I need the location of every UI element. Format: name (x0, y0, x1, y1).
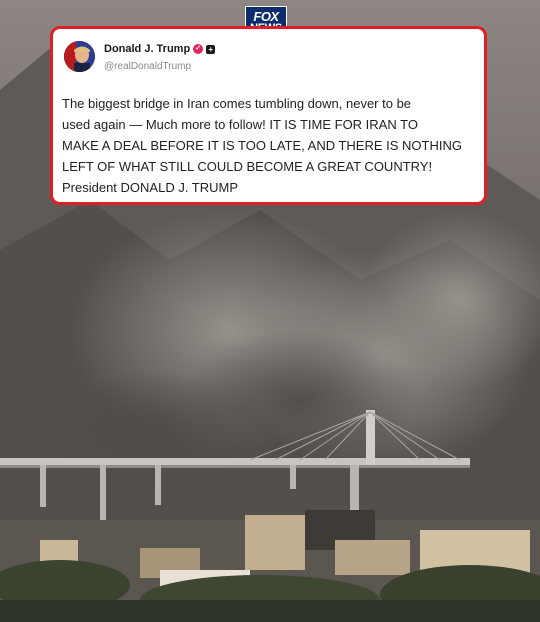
author-handle[interactable]: @realDonaldTrump (104, 61, 191, 72)
platform-badge-icon: + (206, 44, 216, 54)
social-post-card: Donald J. Trump ✓ + @realDonaldTrump The… (50, 26, 487, 205)
logo-text-fox: FOX (253, 8, 279, 24)
avatar[interactable] (64, 41, 95, 72)
author-row: Donald J. Trump ✓ + (104, 43, 216, 55)
author-name[interactable]: Donald J. Trump (104, 43, 190, 55)
verified-badge-icon: ✓ (193, 44, 204, 54)
post-text: The biggest bridge in Iran comes tumblin… (62, 96, 462, 195)
avatar-image (64, 41, 95, 72)
